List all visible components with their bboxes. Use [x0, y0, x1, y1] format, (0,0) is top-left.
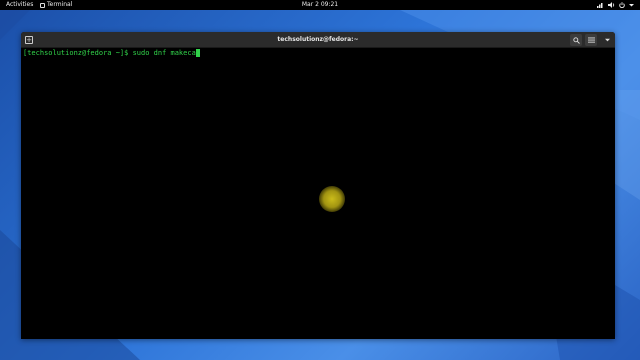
chevron-down-icon [604, 38, 610, 42]
power-icon [619, 2, 625, 8]
top-bar: Activities Terminal Mar 2 09:21 [0, 0, 640, 10]
clock[interactable]: Mar 2 09:21 [0, 0, 640, 10]
chevron-down-icon [629, 4, 634, 7]
terminal-window[interactable]: + techsolutionz@fedora:~ [techsolutionz@… [21, 32, 615, 339]
typed-command: sudo dnf makeca [132, 49, 196, 57]
system-status-menu[interactable] [597, 0, 634, 10]
shell-prompt: [techsolutionz@fedora ~]$ [23, 49, 133, 57]
search-icon [572, 36, 580, 44]
hamburger-menu-icon [587, 37, 595, 43]
volume-icon [608, 2, 615, 8]
window-menu-button[interactable] [601, 34, 613, 46]
terminal-command-line: [techsolutionz@fedora ~]$ sudo dnf makec… [23, 48, 200, 58]
network-icon [597, 3, 603, 8]
search-button[interactable] [570, 34, 582, 46]
text-cursor [195, 49, 200, 57]
terminal-headerbar[interactable]: + techsolutionz@fedora:~ [21, 32, 615, 48]
menu-button[interactable] [585, 34, 597, 46]
mouse-pointer-highlight [319, 186, 345, 212]
window-title: techsolutionz@fedora:~ [277, 36, 359, 43]
terminal-viewport[interactable]: [techsolutionz@fedora ~]$ sudo dnf makec… [21, 48, 615, 339]
